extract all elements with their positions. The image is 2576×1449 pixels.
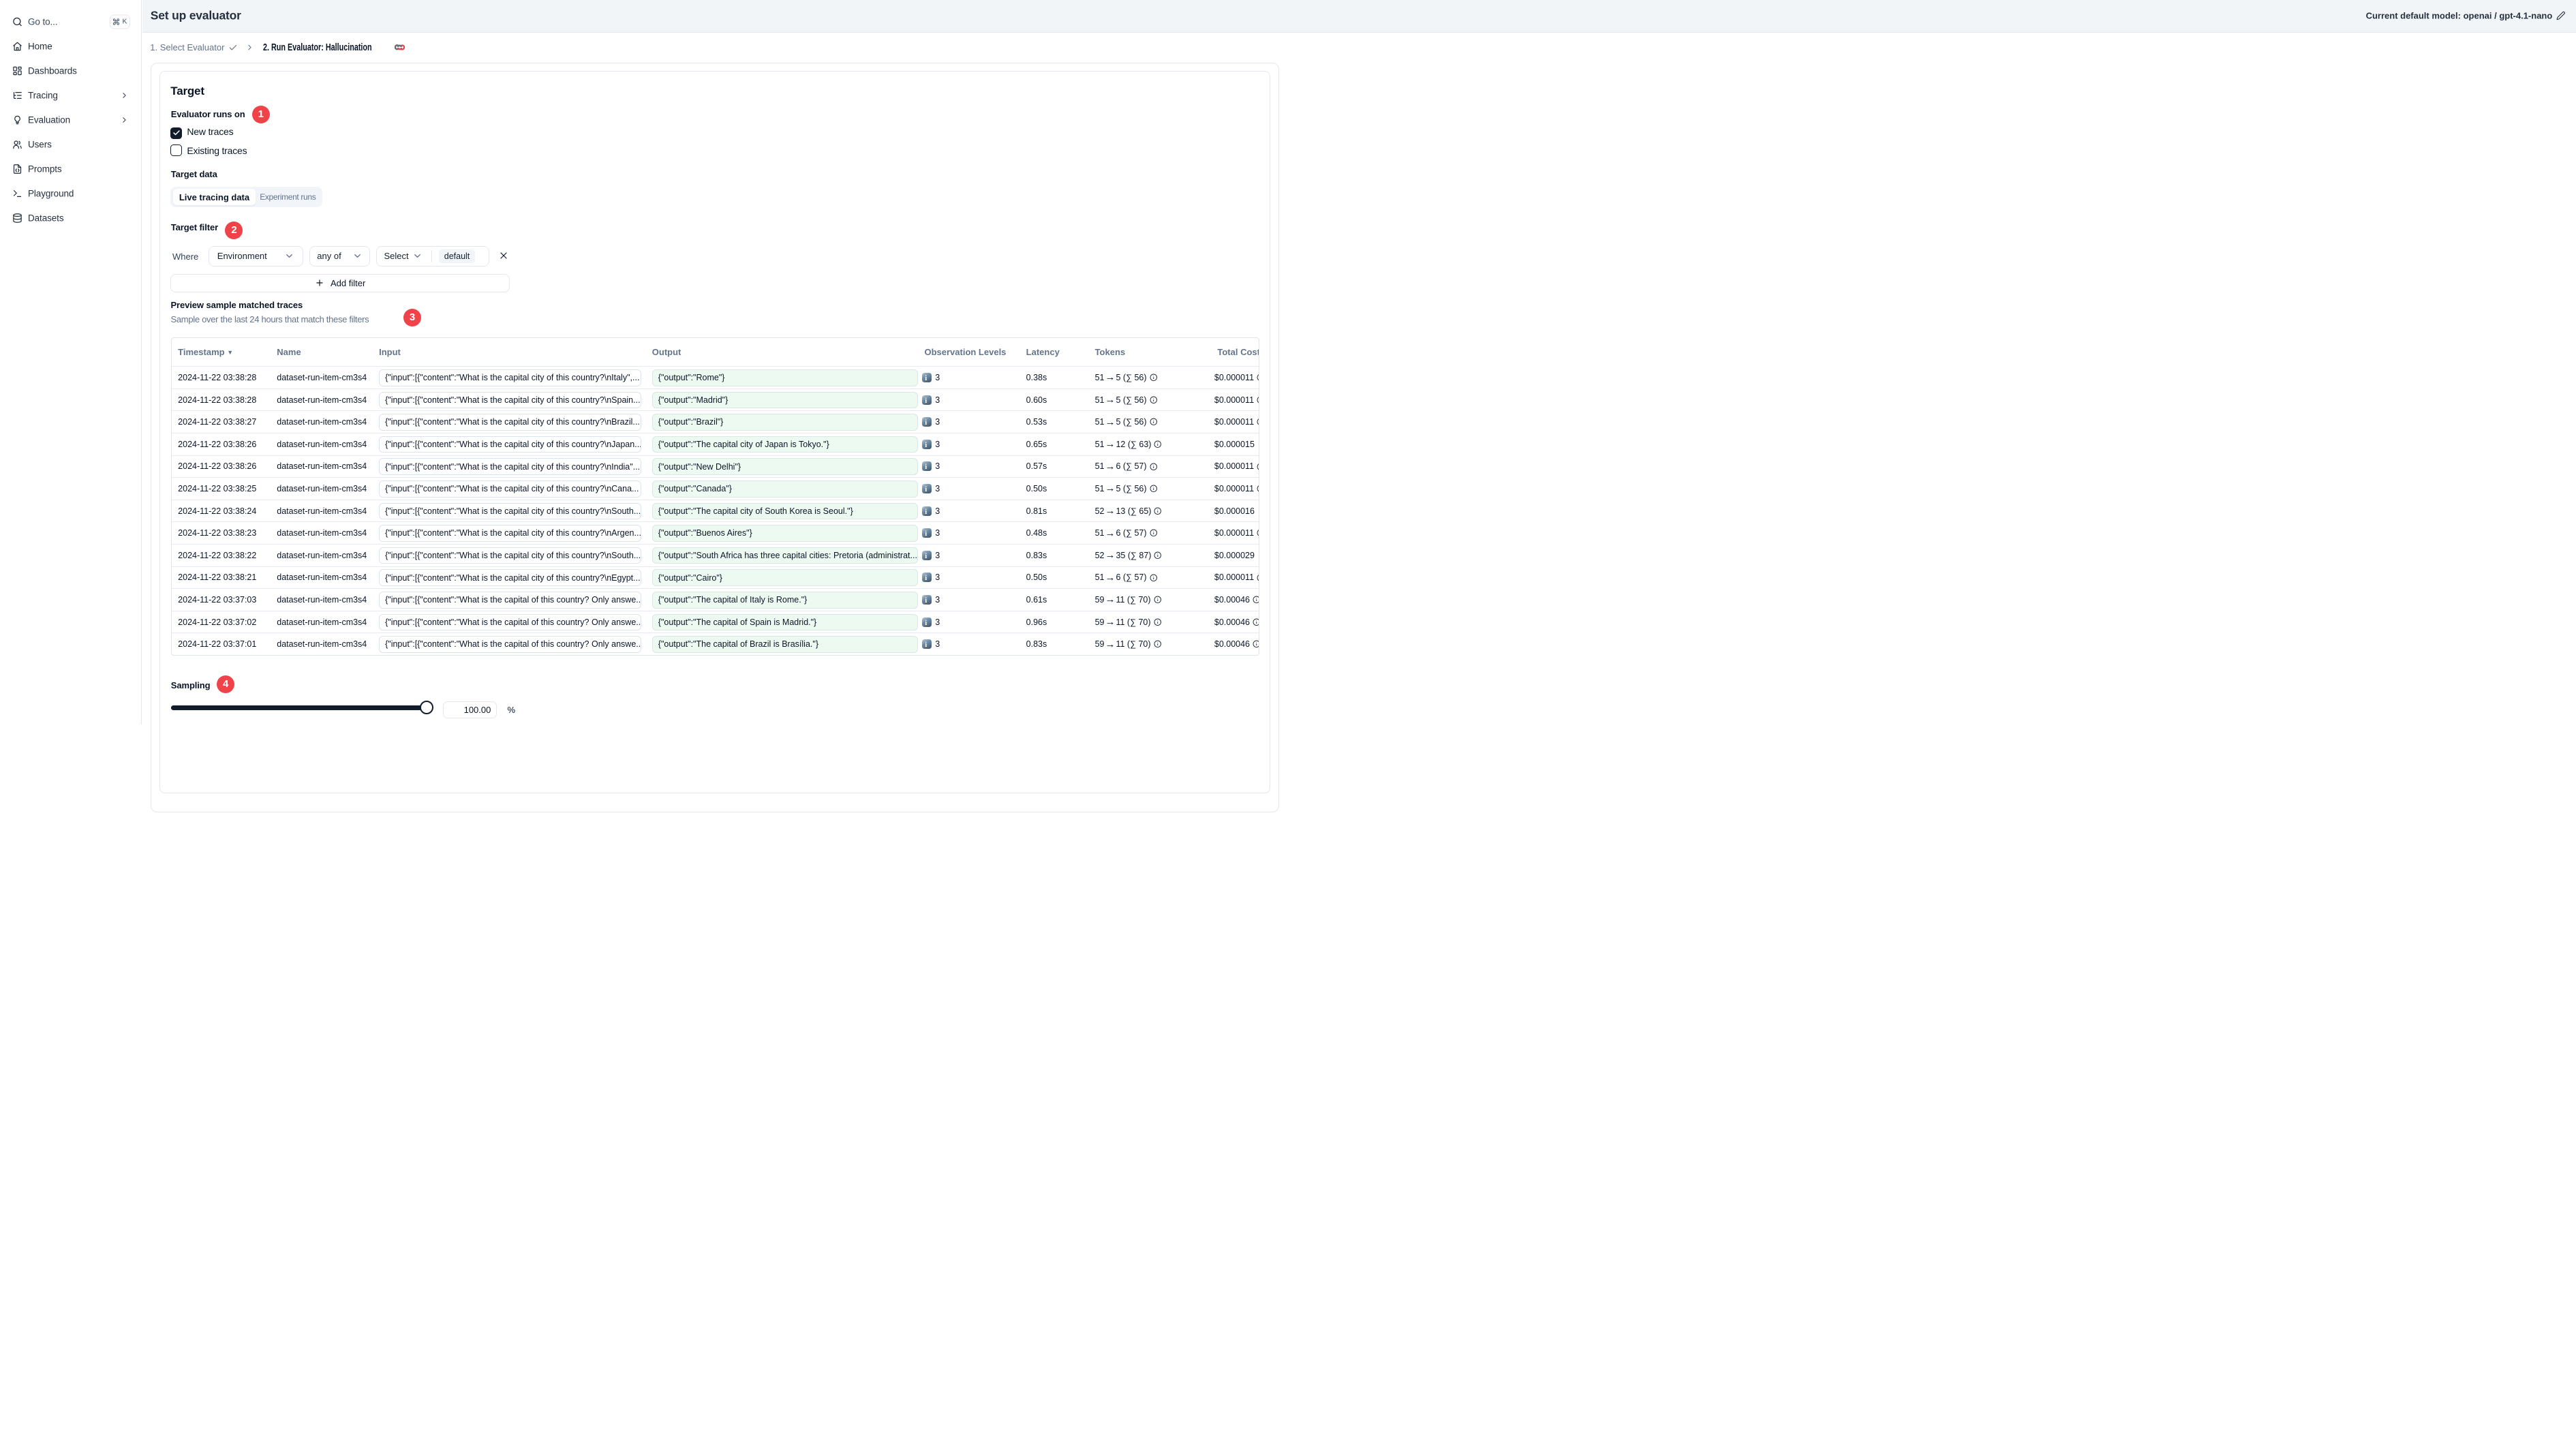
- svg-text:i: i: [925, 375, 927, 382]
- svg-text:i: i: [925, 397, 927, 405]
- svg-text:i: i: [925, 597, 927, 605]
- svg-text:i: i: [925, 530, 927, 538]
- svg-text:i: i: [925, 486, 927, 493]
- svg-text:i: i: [925, 641, 927, 649]
- svg-text:i: i: [925, 553, 927, 560]
- svg-text:i: i: [925, 508, 927, 516]
- svg-text:i: i: [925, 419, 927, 427]
- svg-text:i: i: [925, 620, 927, 627]
- svg-text:i: i: [925, 575, 927, 582]
- svg-text:i: i: [925, 442, 927, 449]
- svg-text:i: i: [925, 463, 927, 471]
